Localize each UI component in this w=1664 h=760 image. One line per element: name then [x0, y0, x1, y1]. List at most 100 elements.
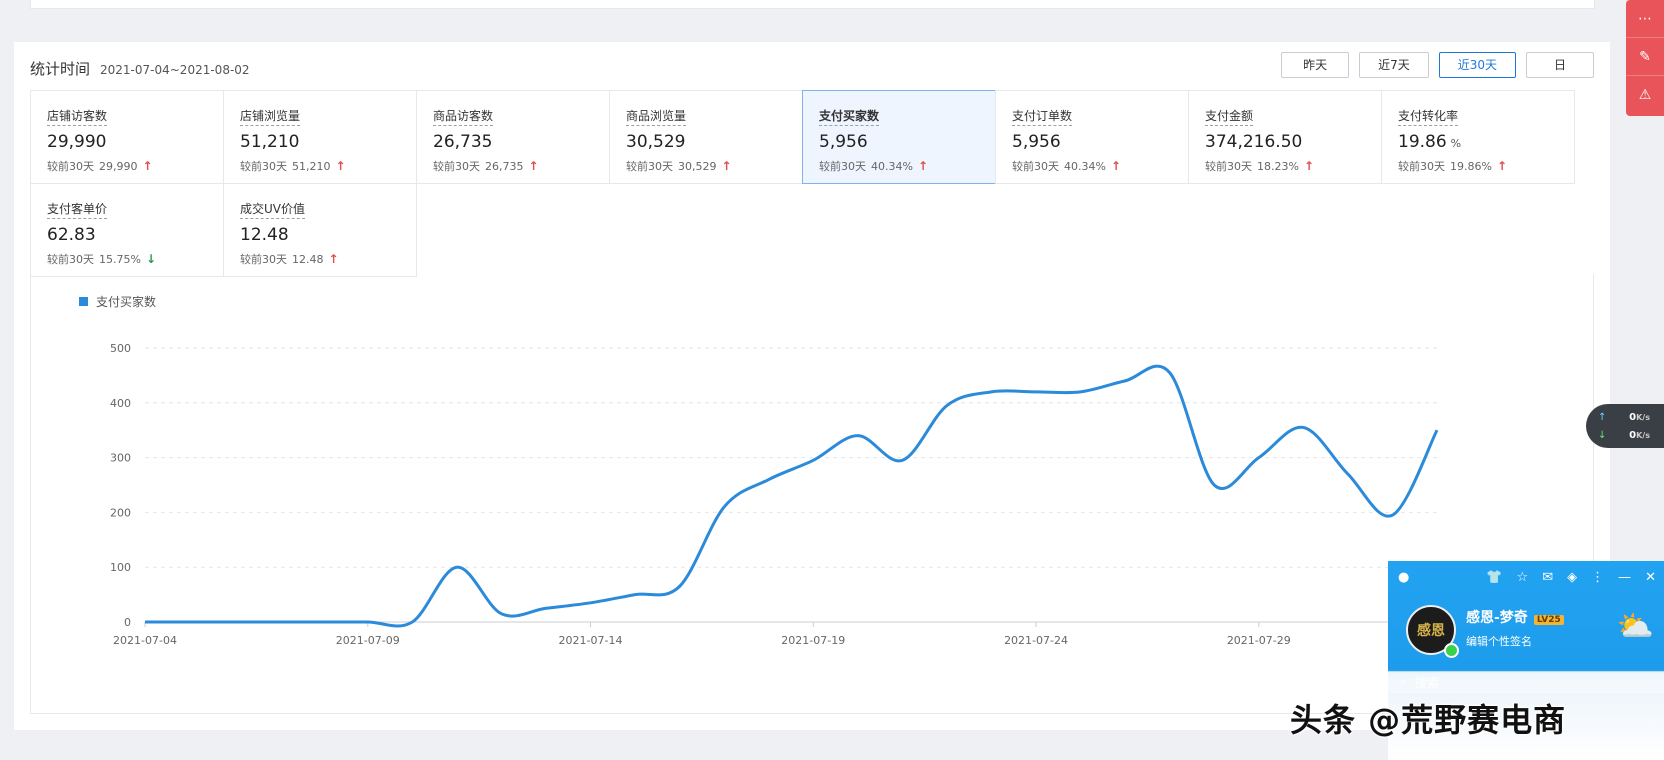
metric-card[interactable]: 支付金额 374,216.50 较前30天 18.23% ↑ — [1188, 90, 1382, 184]
trend-up-icon: ↑ — [142, 159, 153, 173]
trend-up-icon: ↑ — [917, 159, 929, 173]
trend-up-icon: ↑ — [328, 252, 339, 266]
series-line[interactable] — [145, 364, 1439, 628]
qq-search-placeholder: 搜索 — [1414, 675, 1439, 690]
compare-change: 15.75% — [99, 252, 141, 266]
qq-logo-icon[interactable]: ● — [1398, 570, 1409, 585]
compare-label: 较前30天 — [1205, 160, 1252, 173]
compare-label: 较前30天 — [1398, 160, 1445, 173]
x-tick-label: 2021-07-19 — [781, 634, 845, 647]
metric-value-row: 62.83 — [47, 225, 207, 245]
data-point[interactable] — [1389, 512, 1395, 518]
metric-value: 19.86 — [1398, 132, 1447, 152]
data-point[interactable] — [1033, 389, 1039, 395]
data-point[interactable] — [543, 605, 549, 611]
star-icon[interactable]: ☆ — [1517, 570, 1529, 585]
data-point[interactable] — [320, 619, 326, 625]
trend-up-icon: ↑ — [1110, 159, 1122, 173]
compare-change: 19.86% — [1450, 159, 1492, 173]
x-tick-label: 2021-07-09 — [336, 634, 400, 647]
weather-icon[interactable]: ⛅ — [1617, 609, 1654, 644]
data-point[interactable] — [365, 619, 371, 625]
range-yesterday-button[interactable]: 昨天 — [1281, 52, 1350, 78]
metric-card[interactable]: 支付订单数 5,956 较前30天 40.34% ↑ — [995, 90, 1189, 184]
metric-compare: 较前30天 51,210 ↑ — [240, 158, 400, 174]
data-point[interactable] — [855, 433, 861, 439]
data-point[interactable] — [899, 457, 905, 463]
metric-label: 商品访客数 — [433, 107, 494, 126]
data-point[interactable] — [588, 600, 594, 606]
y-tick-label: 0 — [124, 616, 131, 629]
data-point[interactable] — [187, 619, 193, 625]
metric-card[interactable]: 商品访客数 26,735 较前30天 26,735 ↑ — [416, 90, 610, 184]
network-speed-widget[interactable]: ↑ 0K/s ↓ 0K/s — [1586, 404, 1664, 448]
metric-value: 51,210 — [240, 132, 300, 152]
data-point[interactable] — [810, 457, 816, 463]
y-tick-label: 500 — [110, 342, 131, 355]
minimize-icon[interactable]: — — [1618, 570, 1631, 585]
data-point[interactable] — [988, 389, 994, 395]
qq-nickname[interactable]: 感恩-梦奇 LV25 — [1466, 607, 1564, 627]
data-point[interactable] — [1300, 424, 1306, 430]
metric-card[interactable]: 支付买家数 5,956 较前30天 40.34% ↑ — [802, 90, 996, 184]
upload-arrow-icon: ↑ — [1598, 412, 1607, 423]
x-tick-label: 2021-07-29 — [1227, 634, 1291, 647]
data-point[interactable] — [1211, 482, 1217, 488]
metric-compare: 较前30天 19.86% ↑ — [1398, 158, 1558, 174]
data-point[interactable] — [677, 583, 683, 589]
data-point[interactable] — [276, 619, 282, 625]
metric-card[interactable]: 支付转化率 19.86% 较前30天 19.86% ↑ — [1381, 90, 1575, 184]
online-status-icon — [1444, 643, 1459, 658]
stats-header: 统计时间 2021-07-04~2021-08-02 — [30, 58, 250, 82]
data-point[interactable] — [1078, 389, 1084, 395]
level-badge: LV25 — [1533, 615, 1564, 625]
qq-search-input[interactable]: ⌕ 搜索 — [1388, 671, 1664, 693]
data-point[interactable] — [1167, 370, 1173, 376]
data-point[interactable] — [766, 477, 772, 483]
metric-label: 支付转化率 — [1398, 107, 1459, 126]
skin-icon[interactable]: 👕 — [1486, 570, 1502, 585]
data-point[interactable] — [721, 504, 727, 510]
trend-up-icon: ↑ — [721, 159, 732, 173]
data-point[interactable] — [1345, 471, 1351, 477]
data-point[interactable] — [632, 592, 638, 598]
metric-card[interactable]: 店铺浏览量 51,210 较前30天 51,210 ↑ — [223, 90, 417, 184]
date-range: 2021-07-04~2021-08-02 — [100, 63, 250, 77]
metric-value: 26,735 — [433, 132, 493, 152]
range-buttons: 昨天 近7天 近30天 日 — [1281, 52, 1594, 78]
more-icon[interactable]: ⋯ — [1626, 0, 1664, 38]
search-icon: ⌕ — [1400, 674, 1407, 689]
close-icon[interactable]: ✕ — [1645, 570, 1656, 585]
warning-icon[interactable]: ⚠ — [1626, 76, 1664, 113]
range-7days-button[interactable]: 近7天 — [1359, 52, 1429, 78]
data-point[interactable] — [454, 564, 460, 570]
menu-icon[interactable]: ⋮ — [1591, 570, 1604, 585]
data-point[interactable] — [231, 619, 237, 625]
data-point[interactable] — [1256, 455, 1262, 461]
metric-card[interactable]: 店铺访客数 29,990 较前30天 29,990 ↑ — [30, 90, 224, 184]
range-day-button[interactable]: 日 — [1526, 52, 1594, 78]
metric-value: 62.83 — [47, 225, 96, 245]
metric-card[interactable]: 支付客单价 62.83 较前30天 15.75% ↓ — [30, 183, 224, 277]
range-30days-button[interactable]: 近30天 — [1438, 52, 1516, 78]
metric-card[interactable]: 成交UV价值 12.48 较前30天 12.48 ↑ — [223, 183, 417, 277]
app-icon[interactable]: ◈ — [1567, 570, 1577, 585]
download-unit: K/s — [1636, 431, 1650, 440]
metric-card[interactable]: 商品浏览量 30,529 较前30天 30,529 ↑ — [609, 90, 803, 184]
metric-value-row: 51,210 — [240, 132, 400, 152]
x-tick-label: 2021-07-04 — [113, 634, 177, 647]
mail-icon[interactable]: ✉ — [1542, 570, 1553, 585]
metric-value: 5,956 — [819, 132, 868, 152]
compare-label: 较前30天 — [47, 253, 94, 266]
data-point[interactable] — [409, 619, 415, 625]
metric-compare: 较前30天 40.34% ↑ — [819, 158, 979, 174]
data-point[interactable] — [1434, 427, 1440, 433]
data-point[interactable] — [498, 611, 504, 617]
data-point[interactable] — [142, 619, 148, 625]
edit-icon[interactable]: ✎ — [1626, 38, 1664, 76]
signature-field[interactable]: 编辑个性签名 — [1466, 633, 1532, 649]
y-tick-label: 100 — [110, 561, 131, 574]
data-point[interactable] — [1122, 378, 1128, 384]
data-point[interactable] — [944, 403, 950, 409]
metric-unit: % — [1450, 137, 1462, 150]
